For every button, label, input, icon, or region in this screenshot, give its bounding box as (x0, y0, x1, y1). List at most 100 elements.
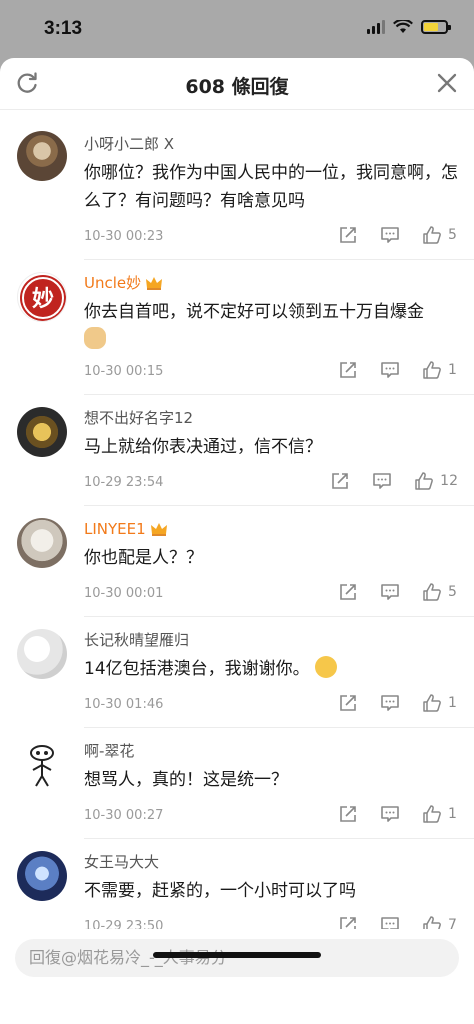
username-text: Uncle妙 (84, 274, 142, 292)
share-icon (340, 695, 356, 711)
share-button[interactable] (338, 693, 358, 713)
username-text: 女王马大大 (84, 853, 160, 871)
share-button[interactable] (338, 225, 358, 245)
reply-button[interactable] (380, 804, 400, 824)
wifi-icon (393, 20, 413, 33)
comment-item: 小呀小二郎 X 你哪位？我作为中国人民中的一位，我同意啊，怎么了？有问题吗？有啥… (0, 111, 474, 259)
comment-text: 你也配是人？？ (84, 548, 203, 568)
like-button[interactable]: 7 (422, 915, 458, 929)
comment-time: 10-30 01:46 (84, 697, 164, 712)
avatar[interactable] (17, 740, 67, 790)
avatar[interactable] (17, 851, 67, 901)
comment-time: 10-29 23:54 (84, 475, 164, 490)
reply-bar: 回復@烟花易冷_-_人事易分 (0, 929, 474, 1024)
comment-icon (381, 806, 399, 822)
comment-actions: 1 (316, 693, 458, 713)
like-button[interactable]: 1 (422, 360, 458, 380)
comment-icon (381, 362, 399, 378)
username[interactable]: LINYEE1 (84, 518, 458, 540)
reply-button[interactable] (380, 582, 400, 602)
like-count: 5 (448, 584, 457, 600)
comment-actions: 12 (308, 471, 458, 491)
comment-actions: 1 (316, 360, 458, 380)
comment-text: 14亿包括港澳台，我谢谢你。 (84, 655, 458, 683)
comment-time: 10-30 00:27 (84, 808, 164, 823)
avatar[interactable] (17, 629, 67, 679)
username-text: LINYEE1 (84, 520, 146, 538)
thumbs-up-icon (423, 226, 441, 244)
username[interactable]: 小呀小二郎 X (84, 133, 458, 155)
like-count: 1 (448, 695, 457, 711)
like-button[interactable]: 1 (422, 693, 458, 713)
username[interactable]: 长记秋晴望雁归 (84, 629, 458, 651)
share-button[interactable] (338, 804, 358, 824)
comment-item: 长记秋晴望雁归 14亿包括港澳台，我谢谢你。 10-30 01:46 1 (0, 617, 474, 727)
reply-button[interactable] (380, 693, 400, 713)
share-icon (340, 806, 356, 822)
like-button[interactable]: 5 (422, 225, 458, 245)
status-icons (367, 20, 451, 34)
comment-actions: 7 (316, 915, 458, 929)
avatar[interactable] (17, 407, 67, 457)
like-button[interactable]: 5 (422, 582, 458, 602)
share-button[interactable] (330, 471, 350, 491)
comment-icon (373, 473, 391, 489)
comment-actions: 5 (316, 225, 458, 245)
sheet-title: 608 條回復 (185, 76, 289, 98)
reply-button[interactable] (380, 225, 400, 245)
home-indicator[interactable] (153, 952, 321, 958)
comment-item: 女王马大大 不需要，赶紧的，一个小时可以了吗 10-29 23:50 7 (0, 839, 474, 929)
status-time: 3:13 (44, 18, 83, 39)
thumbs-up-icon (423, 361, 441, 379)
avatar[interactable]: 妙 (17, 272, 67, 322)
signal-icon (367, 20, 385, 34)
comment-actions: 1 (316, 804, 458, 824)
comment-icon (381, 917, 399, 929)
username[interactable]: 想不出好名字12 (84, 407, 458, 429)
stick-figure-avatar-icon (30, 745, 54, 787)
like-button[interactable]: 12 (414, 471, 458, 491)
vip-crown-icon (150, 523, 167, 536)
avatar[interactable] (17, 518, 67, 568)
like-count: 7 (448, 917, 457, 929)
battery-icon (421, 20, 451, 34)
like-button[interactable]: 1 (422, 804, 458, 824)
username[interactable]: 女王马大大 (84, 851, 458, 873)
avatar[interactable] (17, 131, 67, 181)
thumbs-up-icon (423, 916, 441, 929)
reply-button[interactable] (372, 471, 392, 491)
share-icon (340, 917, 356, 929)
like-count: 5 (448, 227, 457, 243)
thumbs-up-icon (423, 694, 441, 712)
comments-sheet: 608 條回復 小呀小二郎 X 你哪位？我作为中国人民中的一位，我同意啊，怎么了… (0, 58, 474, 1024)
reply-button[interactable] (380, 915, 400, 929)
reply-input[interactable]: 回復@烟花易冷_-_人事易分 (15, 939, 459, 977)
comment-item: 妙 Uncle妙 你去自首吧，说不定好可以领到五十万自爆金 10-30 00:1… (0, 260, 474, 394)
comment-meta: 10-29 23:50 7 (84, 915, 458, 929)
share-button[interactable] (338, 360, 358, 380)
username[interactable]: 啊-翠花 (84, 740, 458, 762)
share-button[interactable] (338, 915, 358, 929)
username[interactable]: Uncle妙 (84, 272, 458, 294)
thumbs-up-icon (415, 472, 434, 490)
like-count: 12 (440, 473, 458, 489)
comment-icon (381, 227, 399, 243)
comment-meta: 10-30 00:23 5 (84, 225, 458, 249)
reply-button[interactable] (380, 360, 400, 380)
comment-text: 你哪位？我作为中国人民中的一位，我同意啊，怎么了？有问题吗？有啥意见吗 (84, 163, 458, 211)
comment-time: 10-30 00:23 (84, 229, 164, 244)
status-bar: 3:13 (0, 0, 474, 58)
comment-text: 不需要，赶紧的，一个小时可以了吗 (84, 881, 356, 901)
comment-meta: 10-30 00:27 1 (84, 804, 458, 828)
share-button[interactable] (338, 582, 358, 602)
comment-list[interactable]: 小呀小二郎 X 你哪位？我作为中国人民中的一位，我同意啊，怎么了？有问题吗？有啥… (0, 111, 474, 929)
vip-crown-icon (146, 277, 163, 290)
comment-meta: 10-29 23:54 12 (84, 471, 458, 495)
comment-meta: 10-30 00:15 1 (84, 360, 458, 384)
close-icon[interactable] (434, 70, 460, 96)
share-icon (340, 362, 356, 378)
comment-time: 10-29 23:50 (84, 919, 164, 929)
comment-icon (381, 695, 399, 711)
sheet-header: 608 條回復 (0, 58, 474, 110)
doge-emoji-icon (84, 327, 106, 349)
